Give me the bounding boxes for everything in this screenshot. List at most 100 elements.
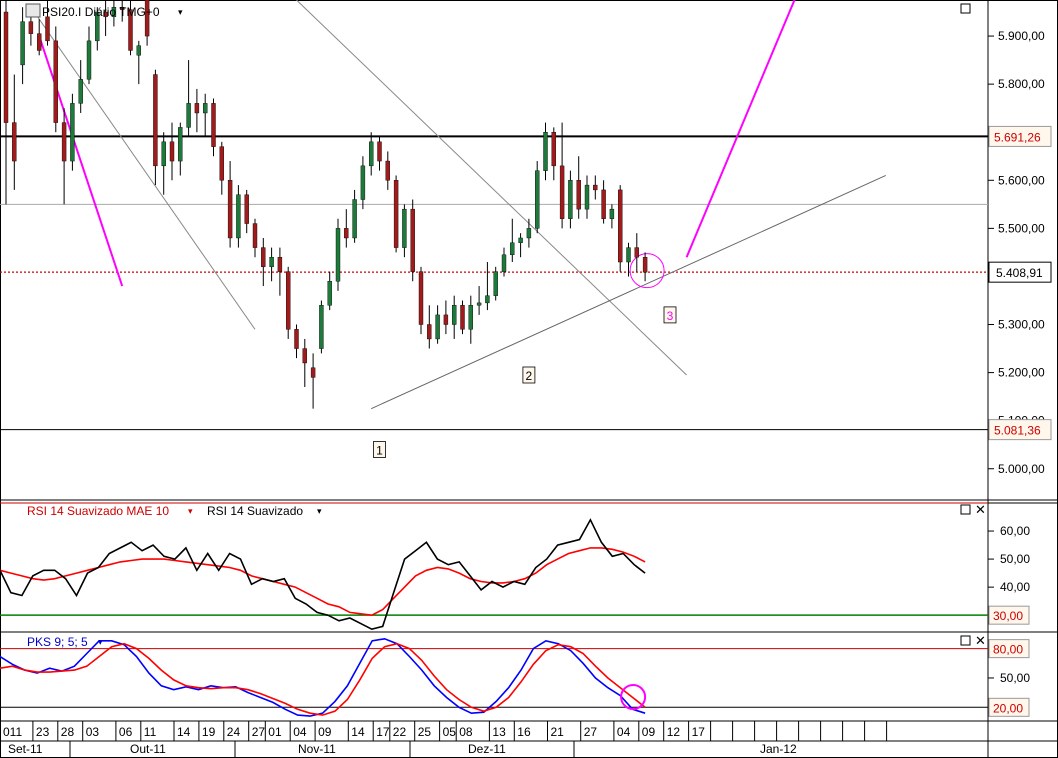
day-label: 24 (227, 725, 241, 739)
day-label: 08 (459, 725, 473, 739)
month-label: Out-11 (130, 742, 166, 756)
bull-candle-body (86, 40, 92, 80)
bull-candle-body (335, 228, 341, 282)
bear-candle-body (427, 324, 432, 340)
day-label: 09 (318, 725, 332, 739)
close-icon[interactable]: ✕ (975, 502, 986, 517)
price-tag-text: 5.081,36 (994, 424, 1041, 438)
day-label: 04 (293, 725, 307, 739)
bear-candle-body (344, 228, 349, 239)
candle (70, 93, 75, 171)
day-label: 16 (517, 725, 531, 739)
wave-label: 3 (667, 309, 674, 323)
bull-candle-body (518, 237, 523, 243)
bull-candle-body (485, 295, 490, 304)
day-label: 011 (3, 725, 22, 739)
symbol-icon[interactable] (25, 3, 41, 18)
bear-candle-body (385, 160, 390, 181)
y-tick-label: 5.500,00 (998, 221, 1045, 235)
day-label: 22 (393, 725, 407, 739)
dropdown-arrow-icon[interactable]: ▾ (317, 506, 322, 516)
day-label: 23 (36, 725, 50, 739)
bull-candle-body (327, 281, 332, 306)
bull-candle-body (526, 228, 532, 239)
price-chart-title[interactable]: PSI20.I Diário TMG+0 (42, 5, 160, 19)
day-label: 12 (667, 725, 681, 739)
chart-canvas: 5.900,005.800,005.700,005.600,005.500,00… (0, 0, 1058, 758)
day-label: 17 (692, 725, 706, 739)
bull-candle-body (535, 170, 540, 229)
dropdown-arrow-icon[interactable]: ▾ (188, 506, 193, 516)
candle (460, 300, 465, 335)
bull-candle-body (319, 305, 324, 349)
rsi-ma-label[interactable]: RSI 14 Suavizado MAE 10 (27, 504, 169, 518)
bull-candle-body (161, 141, 166, 167)
maximize-icon[interactable] (960, 3, 971, 14)
bear-candle-body (227, 180, 233, 239)
bull-candle-body (584, 184, 590, 210)
bull-candle-body (452, 305, 457, 325)
y-tick-label: 5.600,00 (998, 173, 1045, 187)
bear-candle-body (601, 189, 606, 219)
bull-candle-body (476, 302, 482, 306)
dropdown-arrow-icon[interactable]: ▾ (178, 7, 183, 17)
candle (393, 175, 399, 253)
bull-candle-body (493, 271, 498, 296)
candle (418, 266, 424, 335)
dropdown-arrow-icon[interactable]: ▾ (98, 637, 103, 647)
rsi-y-tick-label: 60,00 (1000, 524, 1030, 538)
bear-candle-body (37, 33, 42, 51)
candle (319, 300, 324, 354)
bear-candle-body (261, 247, 266, 268)
bull-candle-body (609, 208, 615, 219)
bear-candle-body (53, 40, 58, 123)
bear-candle-body (393, 180, 399, 248)
bull-candle-body (402, 208, 407, 248)
month-label: Jan-12 (760, 742, 797, 756)
bear-candle-body (28, 21, 34, 34)
candle (618, 185, 623, 272)
last-price-tag-text: 5.408,91 (996, 266, 1043, 280)
maximize-icon[interactable] (960, 504, 971, 515)
day-label: 09 (642, 725, 656, 739)
bear-candle-body (252, 223, 258, 248)
day-label: 01 (268, 725, 282, 739)
bull-candle-body (269, 257, 274, 268)
price-tag-text: 5.691,26 (994, 130, 1041, 144)
bull-candle-body (626, 247, 631, 263)
bear-candle-body (418, 271, 424, 325)
candle (286, 266, 291, 339)
bear-candle-body (310, 367, 316, 378)
bear-candle-body (12, 122, 17, 162)
bull-candle-body (468, 305, 473, 330)
bear-candle-body (642, 257, 648, 273)
bear-candle-body (302, 348, 307, 364)
rsi-label[interactable]: RSI 14 Suavizado (207, 504, 303, 518)
bear-candle-body (153, 74, 158, 167)
candle (493, 266, 498, 301)
bear-candle-body (593, 184, 598, 191)
bear-candle-body (61, 122, 67, 162)
month-label: Nov-11 (298, 742, 336, 756)
bear-candle-body (559, 165, 565, 219)
pks-label[interactable]: PKS 9; 5; 5 (27, 635, 88, 649)
bull-candle-body (369, 141, 374, 167)
day-label: 19 (202, 725, 216, 739)
rsi-level-tag-text: 30,00 (993, 609, 1023, 623)
pks-y-tick-label: 50,00 (1000, 671, 1030, 685)
day-label: 27 (252, 725, 266, 739)
maximize-icon[interactable] (960, 635, 971, 646)
bear-candle-body (377, 141, 382, 162)
bull-candle-body (178, 127, 183, 162)
bull-candle-body (435, 314, 440, 340)
rsi-y-tick-label: 50,00 (1000, 552, 1030, 566)
y-tick-label: 5.000,00 (998, 462, 1045, 476)
bear-candle-body (618, 189, 623, 263)
rsi-y-tick-label: 40,00 (1000, 580, 1030, 594)
day-label: 28 (61, 725, 75, 739)
y-tick-label: 5.300,00 (998, 318, 1045, 332)
month-label: Dez-11 (468, 742, 506, 756)
bull-candle-body (543, 132, 548, 171)
bear-candle-body (410, 208, 415, 272)
close-icon[interactable]: ✕ (975, 633, 986, 648)
